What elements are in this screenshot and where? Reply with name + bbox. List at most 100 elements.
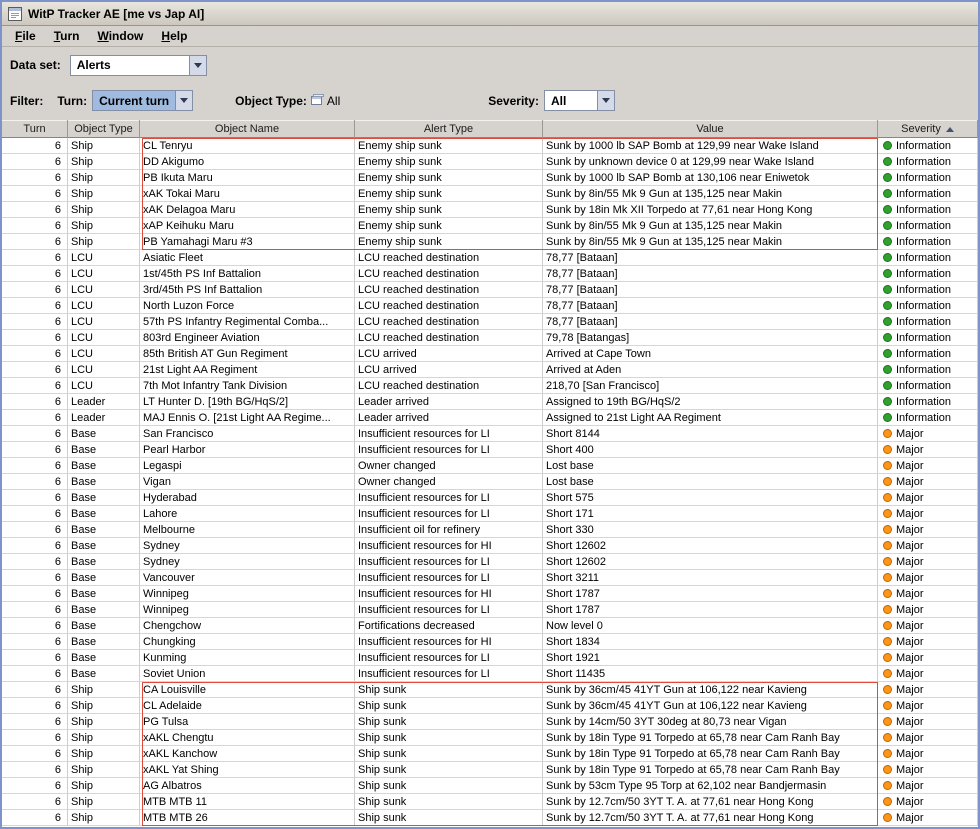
table-row[interactable]: 6 Leader LT Hunter D. [19th BG/HqS/2] Leade… xyxy=(2,394,978,410)
cell-object-type: Ship xyxy=(68,154,140,170)
table-row[interactable]: 6 LCU North Luzon Force LCU reached destina… xyxy=(2,298,978,314)
cell-object-type: LCU xyxy=(68,266,140,282)
table-row[interactable]: 6 LCU 803rd Engineer Aviation LCU reached d… xyxy=(2,330,978,346)
column-header-value[interactable]: Value xyxy=(543,120,878,138)
cell-turn: 6 xyxy=(2,618,68,634)
chevron-down-icon[interactable] xyxy=(175,91,193,110)
table-row[interactable]: 6 Ship DD Akigumo Enemy ship sunk Sunk by un… xyxy=(2,154,978,170)
cell-severity: Major xyxy=(878,746,978,762)
table-row[interactable]: 6 Base Chengchow Fortifications decreased No… xyxy=(2,618,978,634)
cell-alert-type: LCU reached destination xyxy=(355,282,543,298)
table-row[interactable]: 6 Base Vancouver Insufficient resources for… xyxy=(2,570,978,586)
table-row[interactable]: 6 Base Winnipeg Insufficient resources for … xyxy=(2,602,978,618)
cell-value: Sunk by 8in/55 Mk 9 Gun at 135,125 near … xyxy=(543,218,878,234)
severity-label: Information xyxy=(896,203,952,216)
severity-label: Major xyxy=(896,507,924,520)
table-row[interactable]: 6 Base Chungking Insufficient resources for… xyxy=(2,634,978,650)
table-row[interactable]: 6 Ship PG Tulsa Ship sunk Sunk by 14cm/50 3Y… xyxy=(2,714,978,730)
cell-value: 78,77 [Bataan] xyxy=(543,314,878,330)
severity-label: Information xyxy=(896,171,952,184)
table-row[interactable]: 6 Base Lahore Insufficient resources for LI… xyxy=(2,506,978,522)
cell-alert-type: Insufficient resources for LI xyxy=(355,554,543,570)
table-row[interactable]: 6 Ship AG Albatros Ship sunk Sunk by 53cm Ty… xyxy=(2,778,978,794)
table-row[interactable]: 6 Ship xAKL Chengtu Ship sunk Sunk by 18in T… xyxy=(2,730,978,746)
table-row[interactable]: 6 LCU Asiatic Fleet LCU reached destination… xyxy=(2,250,978,266)
cell-severity: Information xyxy=(878,410,978,426)
menu-file[interactable]: File xyxy=(6,27,45,45)
table-row[interactable]: 6 Base Hyderabad Insufficient resources for… xyxy=(2,490,978,506)
table-row[interactable]: 6 LCU 57th PS Infantry Regimental Comba...… xyxy=(2,314,978,330)
table-row[interactable]: 6 Base Soviet Union Insufficient resources … xyxy=(2,666,978,682)
turn-filter-combo[interactable]: Current turn xyxy=(92,90,194,111)
cell-value: Sunk by 12.7cm/50 3YT T. A. at 77,61 nea… xyxy=(543,794,878,810)
cell-object-name: Lahore xyxy=(140,506,355,522)
table-row[interactable]: 6 Base Sydney Insufficient resources for LI… xyxy=(2,554,978,570)
table-row[interactable]: 6 Base Kunming Insufficient resources for L… xyxy=(2,650,978,666)
table-row[interactable]: 6 Ship CA Louisville Ship sunk Sunk by 36cm/… xyxy=(2,682,978,698)
table-row[interactable]: 6 LCU 21st Light AA Regiment LCU arrived Arr… xyxy=(2,362,978,378)
table-row[interactable]: 6 LCU 3rd/45th PS Inf Battalion LCU reached… xyxy=(2,282,978,298)
table-row[interactable]: 6 Base Melbourne Insufficient oil for refin… xyxy=(2,522,978,538)
chevron-down-icon[interactable] xyxy=(596,91,614,110)
titlebar: WitP Tracker AE [me vs Jap AI] xyxy=(2,2,978,26)
cell-alert-type: Insufficient resources for LI xyxy=(355,506,543,522)
column-header-severity[interactable]: Severity xyxy=(878,120,978,138)
severity-label: Major xyxy=(896,523,924,536)
cell-value: 78,77 [Bataan] xyxy=(543,298,878,314)
cell-alert-type: LCU reached destination xyxy=(355,314,543,330)
major-severity-icon xyxy=(883,525,892,534)
menu-turn[interactable]: Turn xyxy=(45,27,89,45)
severity-label: Major xyxy=(896,475,924,488)
table-row[interactable]: 6 LCU 1st/45th PS Inf Battalion LCU reached… xyxy=(2,266,978,282)
table-row[interactable]: 6 Ship xAP Keihuku Maru Enemy ship sunk Sunk… xyxy=(2,218,978,234)
severity-label: Major xyxy=(896,779,924,792)
table-row[interactable]: 6 Base San Francisco Insufficient resources… xyxy=(2,426,978,442)
table-row[interactable]: 6 LCU 7th Mot Infantry Tank Division LCU re… xyxy=(2,378,978,394)
table-row[interactable]: 6 Ship xAKL Kanchow Ship sunk Sunk by 18in T… xyxy=(2,746,978,762)
cell-turn: 6 xyxy=(2,570,68,586)
table-row[interactable]: 6 Base Legaspi Owner changed Lost base Major xyxy=(2,458,978,474)
menu-window[interactable]: Window xyxy=(88,27,152,45)
table-row[interactable]: 6 LCU 85th British AT Gun Regiment LCU arri… xyxy=(2,346,978,362)
cell-object-name: PB Yamahagi Maru #3 xyxy=(140,234,355,250)
cell-severity: Information xyxy=(878,250,978,266)
cell-object-type: Ship xyxy=(68,810,140,826)
dataset-combo[interactable]: Alerts xyxy=(69,54,207,76)
table-row[interactable]: 6 Leader MAJ Ennis O. [21st Light AA Regim… xyxy=(2,410,978,426)
table-row[interactable]: 6 Ship CL Adelaide Ship sunk Sunk by 36cm/45… xyxy=(2,698,978,714)
cell-value: Sunk by 1000 lb SAP Bomb at 129,99 near … xyxy=(543,138,878,154)
column-header-object-name[interactable]: Object Name xyxy=(140,120,355,138)
table-row[interactable]: 6 Base Vigan Owner changed Lost base Major xyxy=(2,474,978,490)
cell-alert-type: Enemy ship sunk xyxy=(355,202,543,218)
table-row[interactable]: 6 Base Winnipeg Insufficient resources for … xyxy=(2,586,978,602)
table-row[interactable]: 6 Ship PB Yamahagi Maru #3 Enemy ship sunk S… xyxy=(2,234,978,250)
cell-value: Sunk by 18in Type 91 Torpedo at 65,78 ne… xyxy=(543,746,878,762)
table-row[interactable]: 6 Ship MTB MTB 26 Ship sunk Sunk by 12.7cm/5… xyxy=(2,810,978,826)
table-row[interactable]: 6 Ship xAK Tokai Maru Enemy ship sunk Sunk b… xyxy=(2,186,978,202)
chevron-down-icon[interactable] xyxy=(188,55,206,75)
cell-value: Short 3211 xyxy=(543,570,878,586)
column-header-turn[interactable]: Turn xyxy=(2,120,68,138)
table-row[interactable]: 6 Base Sydney Insufficient resources for HI… xyxy=(2,538,978,554)
object-type-label: Object Type: xyxy=(235,93,307,108)
cell-object-name: Chungking xyxy=(140,634,355,650)
severity-label: Information xyxy=(896,331,952,344)
table-row[interactable]: 6 Ship CL Tenryu Enemy ship sunk Sunk by 100… xyxy=(2,138,978,154)
table-row[interactable]: 6 Ship MTB MTB 11 Ship sunk Sunk by 12.7cm/5… xyxy=(2,794,978,810)
cell-alert-type: Ship sunk xyxy=(355,682,543,698)
table-row[interactable]: 6 Base Pearl Harbor Insufficient resources … xyxy=(2,442,978,458)
column-header-alert-type[interactable]: Alert Type xyxy=(355,120,543,138)
severity-filter-combo[interactable]: All xyxy=(543,90,615,111)
major-severity-icon xyxy=(883,765,892,774)
cell-object-type: Base xyxy=(68,442,140,458)
table-row[interactable]: 6 Ship xAK Delagoa Maru Enemy ship sunk Sunk… xyxy=(2,202,978,218)
cell-value: 79,78 [Batangas] xyxy=(543,330,878,346)
object-type-value[interactable]: All xyxy=(327,94,340,108)
table-row[interactable]: 6 Ship xAKL Yat Shing Ship sunk Sunk by 18in… xyxy=(2,762,978,778)
menu-help[interactable]: Help xyxy=(152,27,196,45)
table-row[interactable]: 6 Ship PB Ikuta Maru Enemy ship sunk Sunk by… xyxy=(2,170,978,186)
cell-value: Arrived at Aden xyxy=(543,362,878,378)
severity-label: Major xyxy=(896,491,924,504)
cell-turn: 6 xyxy=(2,218,68,234)
column-header-object-type[interactable]: Object Type xyxy=(68,120,140,138)
